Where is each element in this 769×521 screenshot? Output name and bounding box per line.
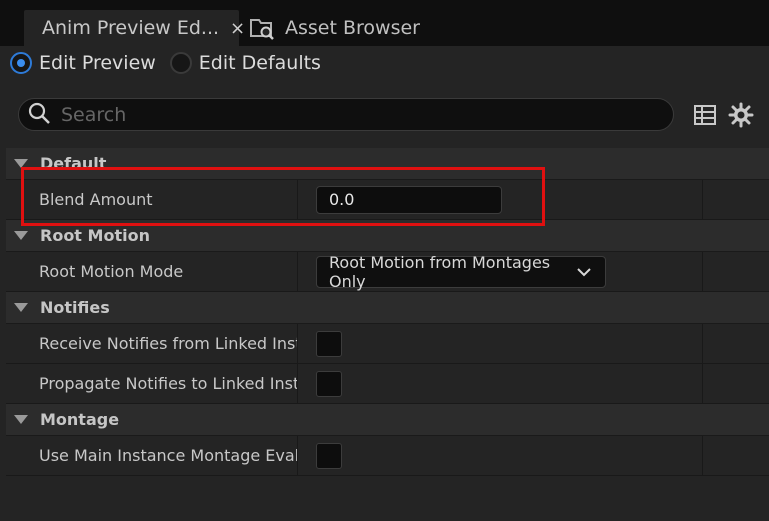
- collapse-triangle-icon[interactable]: [14, 303, 28, 312]
- edit-preview-radio[interactable]: [10, 52, 32, 74]
- category-label: Default: [40, 154, 107, 173]
- row-extra: [703, 252, 769, 291]
- property-row-main-instance-montage: Use Main Instance Montage Evalu...: [6, 436, 769, 476]
- asset-browser-icon: [248, 14, 276, 42]
- property-name: Use Main Instance Montage Evalu...: [6, 436, 298, 475]
- tab-asset-browser[interactable]: Asset Browser: [248, 10, 508, 46]
- property-row-receive-notifies: Receive Notifies from Linked Insta...: [6, 324, 769, 364]
- tab-label: Asset Browser: [285, 17, 420, 39]
- property-row-root-motion-mode: Root Motion Mode Root Motion from Montag…: [6, 252, 769, 292]
- mode-selector: Edit Preview Edit Defaults: [10, 52, 335, 74]
- settings-gear-icon[interactable]: [728, 102, 754, 128]
- search-input[interactable]: Search: [18, 98, 674, 131]
- category-label: Montage: [40, 410, 120, 429]
- category-notifies[interactable]: Notifies: [6, 292, 769, 324]
- search-placeholder: Search: [61, 103, 127, 126]
- property-grid: Default Blend Amount 0.0 Root Motion Roo…: [6, 148, 769, 476]
- tab-strip: Anim Preview Ed... × Asset Browser: [0, 0, 769, 46]
- close-icon[interactable]: ×: [230, 18, 245, 39]
- dropdown-value: Root Motion from Montages Only: [329, 252, 551, 291]
- tab-label: Anim Preview Ed...: [42, 17, 220, 39]
- chevron-down-icon: [577, 262, 591, 281]
- category-label: Notifies: [40, 298, 110, 317]
- row-extra: [703, 324, 769, 363]
- property-name: Propagate Notifies to Linked Insta...: [6, 364, 298, 403]
- edit-defaults-radio[interactable]: [169, 52, 192, 74]
- details-panel: Edit Preview Edit Defaults Search Defaul…: [0, 46, 769, 521]
- receive-notifies-checkbox[interactable]: [316, 330, 342, 357]
- collapse-triangle-icon[interactable]: [14, 231, 28, 240]
- tab-anim-preview-editor[interactable]: Anim Preview Ed... ×: [24, 10, 245, 46]
- collapse-triangle-icon[interactable]: [14, 159, 28, 168]
- root-motion-mode-dropdown[interactable]: Root Motion from Montages Only: [316, 252, 606, 291]
- edit-preview-label[interactable]: Edit Preview: [39, 52, 156, 74]
- category-root-motion[interactable]: Root Motion: [6, 220, 769, 252]
- category-montage[interactable]: Montage: [6, 404, 769, 436]
- property-name: Receive Notifies from Linked Insta...: [6, 324, 298, 363]
- table-view-icon[interactable]: [692, 102, 718, 128]
- edit-defaults-label[interactable]: Edit Defaults: [199, 52, 321, 74]
- blend-amount-input[interactable]: 0.0: [316, 185, 502, 214]
- search-icon: [27, 101, 51, 129]
- row-extra: [703, 180, 769, 219]
- propagate-notifies-checkbox[interactable]: [316, 370, 342, 397]
- property-row-propagate-notifies: Propagate Notifies to Linked Insta...: [6, 364, 769, 404]
- category-default[interactable]: Default: [6, 148, 769, 180]
- row-extra: [703, 364, 769, 403]
- property-name: Blend Amount: [6, 180, 298, 219]
- collapse-triangle-icon[interactable]: [14, 415, 28, 424]
- property-row-blend-amount: Blend Amount 0.0: [6, 180, 769, 220]
- property-name: Root Motion Mode: [6, 252, 298, 291]
- category-label: Root Motion: [40, 226, 150, 245]
- row-extra: [703, 436, 769, 475]
- main-instance-montage-checkbox[interactable]: [316, 442, 342, 469]
